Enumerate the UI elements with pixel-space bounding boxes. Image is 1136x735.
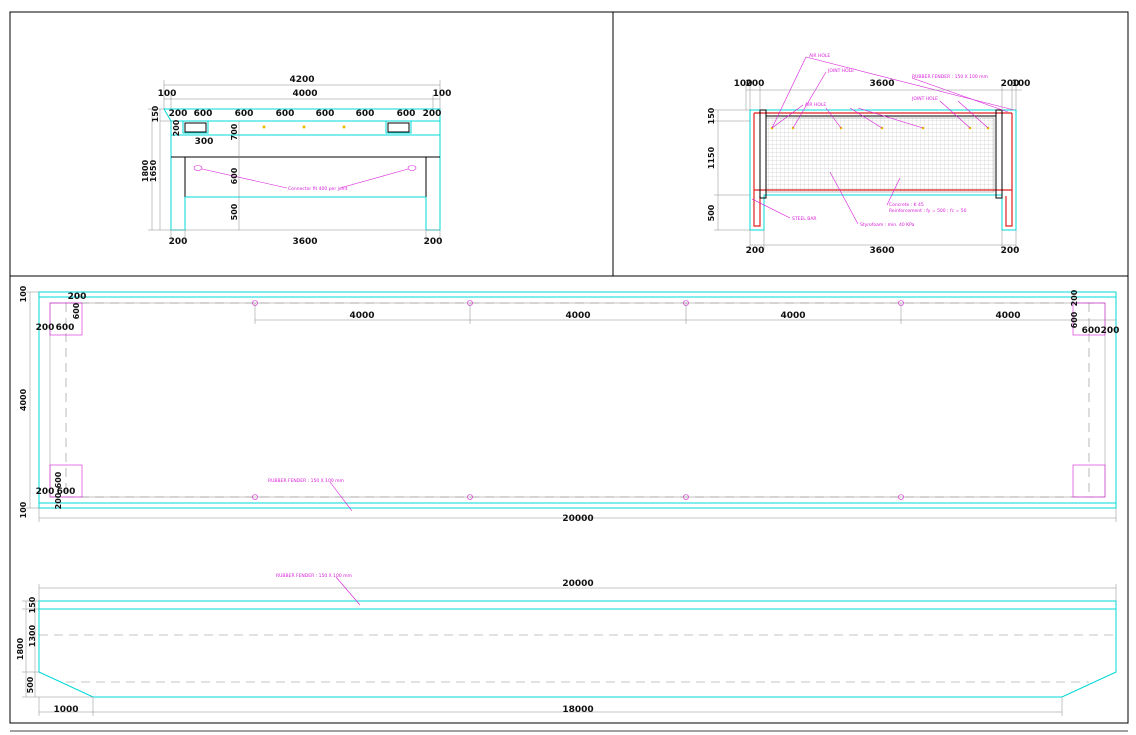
plan-spacing4: 4000 — [995, 311, 1020, 321]
long-section: RUBBER FENDER : 150 X 100 mm 20000 150 1… — [16, 573, 1117, 716]
plan-tl-600b: 600 — [72, 302, 81, 319]
long-total-h: 1800 — [16, 637, 25, 660]
dim-bottom-right: 200 — [424, 237, 443, 247]
dim-total-1650: 1650 — [149, 159, 158, 182]
dim-seg6: 600 — [397, 109, 416, 119]
plan-bl-600b: 600 — [54, 471, 63, 488]
note-concrete: Concrete : K 45 — [889, 202, 924, 208]
dim-seg3: 600 — [276, 109, 295, 119]
sec-dim-leg-h: 500 — [707, 204, 716, 221]
long-taper: 1000 — [53, 705, 78, 715]
long-length: 20000 — [562, 579, 593, 589]
dim-bottom-left: 200 — [169, 237, 188, 247]
dim-seg5: 600 — [356, 109, 375, 119]
plan-spacing1: 4000 — [349, 311, 374, 321]
plan-rubber-fender-note: RUBBER FENDER : 150 X 100 mm — [268, 478, 344, 484]
sec-dim-top-h: 150 — [707, 107, 716, 124]
note-styrofoam: Styrofoam : min. 40 KPa — [860, 222, 915, 228]
plan-tr-600b: 600 — [1070, 311, 1079, 328]
long-bottom: 18000 — [562, 705, 593, 715]
sec-dim-right-b: 100 — [1012, 79, 1031, 89]
note-air-hole-mid: AIR HOLE — [805, 102, 826, 108]
plan-bottom-edge: 100 — [19, 501, 28, 518]
plan-tl-200: 200 — [36, 323, 55, 333]
drawing-sheet: Connector fit 400 per joint 4200 4000 10… — [9, 11, 1129, 732]
plan-tl-200b: 200 — [68, 292, 87, 302]
sec-dim-bottom-left: 200 — [746, 246, 765, 256]
dim-opening-w: 300 — [195, 137, 214, 147]
plan-tr-200: 200 — [1070, 289, 1079, 306]
plan-tl-600: 600 — [56, 323, 75, 333]
dim-seg2: 600 — [235, 109, 254, 119]
dim-opening-h: 200 — [172, 119, 181, 136]
plan-bl-200: 200 — [36, 487, 55, 497]
plan-height: 4000 — [19, 388, 28, 411]
note-joint-hole-left: JOINT HOLE — [827, 68, 854, 74]
dim-left-block: 200 — [169, 109, 188, 119]
dim-leg-h: 500 — [230, 203, 239, 220]
note-joint-hole-right: JOINT HOLE — [911, 96, 938, 102]
plan-joint-holes — [252, 300, 904, 500]
dim-4200: 4200 — [289, 75, 314, 85]
note-rubber-fender: RUBBER FENDER : 150 X 100 mm — [912, 74, 988, 80]
elevation-view: Connector fit 400 per joint 4200 4000 10… — [141, 75, 451, 247]
plan-bl-200b: 200 — [54, 492, 63, 509]
sec-dim-bottom-span: 3600 — [869, 246, 894, 256]
plan-tr-600: 600 — [1082, 326, 1101, 336]
sec-dim-bottom-right: 200 — [1001, 246, 1020, 256]
joint-markers — [262, 125, 346, 129]
dim-4000: 4000 — [292, 89, 317, 99]
sec-dim-span: 3600 — [869, 79, 894, 89]
note-reinforcement: Reinforcement : fy = 500 ; fc = 50 — [889, 208, 967, 214]
plan-spacing2: 4000 — [565, 311, 590, 321]
dim-end-right: 100 — [433, 89, 452, 99]
plan-tr-200b: 200 — [1101, 326, 1120, 336]
dim-top-h: 150 — [151, 105, 160, 122]
dim-right-block: 200 — [423, 109, 442, 119]
connector-note: Connector fit 400 per joint — [288, 186, 348, 192]
long-rubber-fender-note: RUBBER FENDER : 150 X 100 mm — [276, 573, 352, 579]
dim-beam-h: 700 — [230, 123, 239, 140]
note-air-hole-top: AIR HOLE — [809, 53, 830, 59]
plan-view: RUBBER FENDER : 150 X 100 mm 4000 4000 4… — [19, 285, 1119, 524]
dim-seg1: 600 — [194, 109, 213, 119]
sec-dim-mid-h: 1150 — [707, 146, 716, 169]
note-steel-bar: STEEL BAR — [792, 216, 817, 222]
dim-seg4: 600 — [316, 109, 335, 119]
long-top-h: 150 — [28, 596, 37, 613]
dim-bottom-span: 3600 — [292, 237, 317, 247]
sec-dim-left-b: 200 — [746, 79, 765, 89]
plan-top-edge: 100 — [19, 285, 28, 302]
long-mid-h: 1300 — [28, 624, 37, 647]
plan-spacing3: 4000 — [780, 311, 805, 321]
long-leg-h: 500 — [26, 676, 35, 693]
dim-mid-h: 600 — [230, 167, 239, 184]
section-view: AIR HOLE JOINT HOLE AIR HOLE RUBBER FEND… — [707, 53, 1030, 256]
dim-end-left: 100 — [158, 89, 177, 99]
plan-length: 20000 — [562, 514, 593, 524]
